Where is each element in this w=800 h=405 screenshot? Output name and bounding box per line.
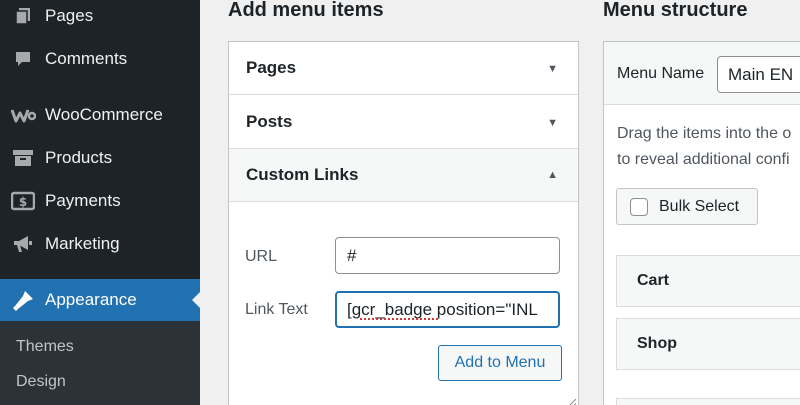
menu-name-label: Menu Name — [617, 65, 705, 82]
sidebar-item-label: Marketing — [45, 234, 120, 253]
svg-text:$: $ — [19, 195, 27, 209]
accordion-section-pages[interactable]: Pages ▼ — [229, 42, 578, 95]
appearance-submenu: Themes Design — [0, 321, 200, 405]
menu-item-title: Shop — [637, 335, 677, 352]
sidebar-item-payments[interactable]: $ Payments — [0, 181, 200, 221]
menu-item-shop[interactable]: Shop — [616, 318, 800, 370]
add-to-menu-button[interactable]: Add to Menu — [438, 345, 562, 381]
pages-icon — [10, 3, 36, 29]
menu-item-cart[interactable]: Cart — [616, 255, 800, 307]
submenu-item-design[interactable]: Design — [16, 373, 66, 391]
add-menu-items-accordion: Pages ▼ Posts ▼ Custom Links ▲ URL Link … — [228, 41, 579, 405]
woocommerce-icon — [10, 102, 36, 128]
sidebar-item-marketing[interactable]: Marketing — [0, 224, 200, 264]
resize-handle[interactable] — [567, 399, 576, 405]
sidebar-item-label: Payments — [45, 191, 121, 210]
sidebar-item-comments[interactable]: Comments — [0, 39, 200, 79]
sidebar-item-woocommerce[interactable]: WooCommerce — [0, 95, 200, 135]
bulk-select-button[interactable]: Bulk Select — [616, 188, 758, 225]
active-indicator — [192, 292, 200, 308]
section-title: Pages — [246, 58, 297, 77]
caret-down-icon: ▼ — [547, 63, 558, 75]
section-title: Custom Links — [246, 165, 359, 184]
appearance-icon — [10, 287, 36, 313]
accordion-section-custom-links[interactable]: Custom Links ▲ — [229, 149, 578, 202]
sidebar-item-label: WooCommerce — [45, 105, 163, 124]
bulk-select-checkbox[interactable] — [630, 198, 648, 216]
sidebar-item-pages[interactable]: Pages — [0, 0, 200, 36]
sidebar-item-products[interactable]: Products — [0, 138, 200, 178]
payments-icon: $ — [10, 188, 36, 214]
sidebar-item-appearance[interactable]: Appearance — [0, 279, 200, 321]
url-label: URL — [245, 248, 278, 265]
bulk-select-label: Bulk Select — [659, 198, 740, 215]
menu-name-bar: Menu Name — [604, 42, 800, 105]
accordion-section-posts[interactable]: Posts ▼ — [229, 95, 578, 149]
section-title: Posts — [246, 112, 293, 131]
menu-item-partial[interactable] — [616, 398, 800, 405]
products-icon — [10, 145, 36, 171]
caret-up-icon: ▲ — [547, 169, 558, 181]
add-menu-items-heading: Add menu items — [228, 0, 384, 21]
menu-item-title: Cart — [637, 272, 670, 289]
menu-structure-heading: Menu structure — [603, 0, 748, 21]
instructions-line-2: to reveal additional confi — [617, 151, 790, 168]
sidebar-item-label: Appearance — [45, 290, 137, 309]
url-input[interactable] — [335, 237, 560, 274]
link-text-input[interactable] — [335, 291, 560, 328]
marketing-icon — [10, 231, 36, 257]
spellcheck-underline — [360, 318, 438, 320]
sidebar-item-label: Pages — [45, 6, 94, 25]
instructions-line-1: Drag the items into the o — [617, 125, 792, 142]
menu-structure-panel: Menu Name Drag the items into the o to r… — [603, 41, 800, 405]
comments-icon — [10, 46, 36, 72]
admin-sidebar: Pages Comments WooCommerce Products $ Pa… — [0, 0, 200, 405]
sidebar-item-label: Products — [45, 148, 113, 167]
link-text-label: Link Text — [245, 301, 308, 318]
caret-down-icon: ▼ — [547, 117, 558, 129]
sidebar-item-label: Comments — [45, 49, 128, 68]
submenu-item-themes[interactable]: Themes — [16, 338, 74, 356]
menu-name-input[interactable] — [717, 56, 800, 93]
